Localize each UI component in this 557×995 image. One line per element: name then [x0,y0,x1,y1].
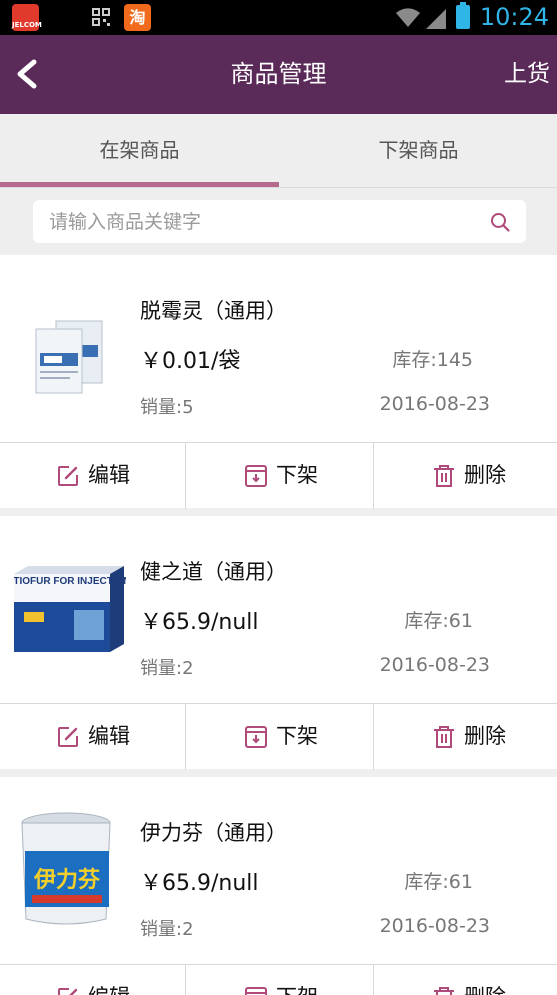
product-card[interactable]: 脱霉灵（通用） ￥0.01/袋 库存:145 销量:5 2016-08-23 编… [0,255,557,509]
qr-scanner-icon [92,8,110,26]
signal-icon [426,9,446,29]
product-actions: 编辑 下架 删除 [0,964,557,995]
product-date: 2016-08-23 [379,654,490,676]
product-bag-icon [35,320,103,394]
tab-indicator [0,182,279,187]
tab-on-shelf[interactable]: 在架商品 [0,114,279,188]
edit-button[interactable]: 编辑 [0,443,186,509]
delete-label: 删除 [464,463,506,487]
wifi-icon [396,8,420,27]
edit-button[interactable]: 编辑 [0,965,186,995]
battery-icon [456,2,470,29]
clock: 10:24 [479,3,549,31]
edit-button[interactable]: 编辑 [0,704,186,770]
product-sales: 销量:2 [140,658,194,679]
delete-button[interactable]: 删除 [374,704,557,770]
trash-icon [434,726,454,748]
product-stock: 库存:145 [392,349,473,371]
search-input[interactable] [49,200,469,243]
product-actions: 编辑 下架 删除 [0,703,557,770]
edit-icon [58,727,78,747]
product-date: 2016-08-23 [379,915,490,937]
delete-button[interactable]: 删除 [374,443,557,509]
status-bar: JELCOM 淘 10:24 [0,0,557,35]
product-sales: 销量:5 [140,397,194,418]
tab-bar: 在架商品 下架商品 [0,114,557,188]
product-stock: 库存:61 [404,871,473,893]
delete-button[interactable]: 删除 [374,965,557,995]
product-stock: 库存:61 [404,610,473,632]
archive-icon [245,465,267,487]
archive-icon [245,987,267,995]
taobao-app-icon: 淘 [124,4,151,31]
search-box [33,200,526,243]
product-price: ￥65.9/null [140,610,259,635]
page-title: 商品管理 [230,60,327,88]
product-card[interactable]: 伊力芬 伊力芬（通用） ￥65.9/null 库存:61 销量:2 2016-0… [0,777,557,995]
product-price: ￥65.9/null [140,871,259,896]
trash-icon [434,987,454,995]
product-box-icon: CEFTIOFUR FOR INJECTION [14,566,126,652]
product-name: 伊力芬（通用） [140,821,287,845]
app-header: 商品管理 上货 [0,35,557,114]
edit-label: 编辑 [88,965,130,995]
unshelve-button[interactable]: 下架 [186,443,374,509]
delete-label: 删除 [464,965,506,995]
unshelve-label: 下架 [276,724,318,748]
unshelve-button[interactable]: 下架 [186,704,374,770]
unshelve-label: 下架 [276,463,318,487]
product-bucket-icon: 伊力芬 [21,812,111,925]
edit-icon [58,988,78,995]
search-icon[interactable] [490,212,510,232]
archive-icon [245,726,267,748]
product-date: 2016-08-23 [379,393,490,415]
edit-label: 编辑 [88,724,130,748]
unshelve-label: 下架 [276,965,318,995]
product-name: 脱霉灵（通用） [140,299,287,323]
product-actions: 编辑 下架 删除 [0,442,557,509]
trash-icon [434,465,454,487]
product-price: ￥0.01/袋 [140,349,241,374]
box-label: CEFTIOFUR FOR INJECTION [14,576,126,587]
product-name: 健之道（通用） [140,560,287,584]
product-sales: 销量:2 [140,919,194,940]
unshelve-button[interactable]: 下架 [186,965,374,995]
edit-label: 编辑 [88,463,130,487]
tab-off-shelf[interactable]: 下架商品 [279,114,557,188]
jelcom-app-icon: JELCOM [12,4,42,31]
search-bar [0,188,557,254]
product-card[interactable]: CEFTIOFUR FOR INJECTION 健之道（通用） ￥65.9/nu… [0,516,557,770]
bucket-label: 伊力芬 [33,867,101,893]
edit-icon [58,466,78,486]
delete-label: 删除 [464,724,506,748]
add-product-button[interactable]: 上货 [504,35,550,114]
